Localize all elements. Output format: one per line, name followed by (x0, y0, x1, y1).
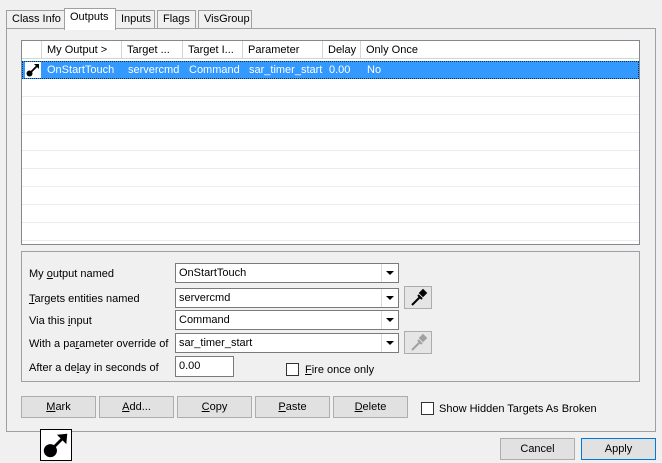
header-my-output[interactable]: My Output > (42, 41, 122, 59)
row-only-once: No (367, 64, 382, 76)
row-divider (22, 240, 639, 241)
tab-class-info[interactable]: Class Info (6, 10, 65, 29)
parameter-value: sar_timer_start (179, 337, 253, 349)
mark-button[interactable]: Mark (21, 396, 96, 418)
targets-combo[interactable]: servercmd (175, 288, 399, 308)
row-divider (22, 204, 639, 205)
eyedropper-icon (411, 333, 428, 351)
row-parameter: sar_timer_start (249, 64, 323, 76)
tab-flags[interactable]: Flags (157, 10, 196, 29)
fire-once-label: Fire once only (305, 364, 375, 376)
targets-label: Targets entities named (29, 293, 140, 305)
output-arrow-icon (25, 62, 41, 78)
output-arrow-icon (40, 429, 72, 461)
header-target-entity[interactable]: Target ... (122, 41, 183, 59)
delay-label: After a delay in seconds of (29, 362, 159, 374)
row-divider (22, 114, 639, 115)
show-hidden-checkbox[interactable] (421, 402, 434, 415)
via-input-value: Command (179, 314, 230, 326)
eyedropper-parameter-button (404, 331, 432, 354)
header-icon-col[interactable] (22, 41, 42, 59)
parameter-label: With a parameter override of (29, 338, 169, 350)
header-target-input[interactable]: Target I... (183, 41, 243, 59)
row-divider (22, 222, 639, 223)
table-row[interactable]: OnStartTouch servercmd Command sar_timer… (22, 61, 639, 79)
chevron-down-icon[interactable] (381, 289, 398, 307)
via-input-combo[interactable]: Command (175, 310, 399, 330)
paste-button[interactable]: Paste (255, 396, 330, 418)
parameter-combo[interactable]: sar_timer_start (175, 333, 399, 353)
row-divider (22, 168, 639, 169)
tab-inputs[interactable]: Inputs (115, 10, 155, 29)
add-button[interactable]: Add... (99, 396, 174, 418)
header-parameter[interactable]: Parameter (243, 41, 323, 59)
chevron-down-icon[interactable] (381, 334, 398, 352)
list-header: My Output > Target ... Target I... Param… (22, 41, 639, 59)
delete-button[interactable]: Delete (333, 396, 408, 418)
row-divider (22, 96, 639, 97)
output-editor-group: My output named OnStartTouch Targets ent… (21, 251, 640, 382)
via-input-label: Via this input (29, 315, 92, 327)
cancel-button[interactable]: Cancel (500, 438, 575, 460)
tab-visgroup[interactable]: VisGroup (198, 10, 252, 29)
outputs-list[interactable]: My Output > Target ... Target I... Param… (21, 40, 640, 245)
eyedropper-icon (411, 288, 428, 306)
fire-once-checkbox[interactable] (286, 363, 299, 376)
row-divider (22, 132, 639, 133)
output-named-value: OnStartTouch (179, 267, 247, 279)
chevron-down-icon[interactable] (381, 311, 398, 329)
eyedropper-target-button[interactable] (404, 286, 432, 309)
header-delay[interactable]: Delay (323, 41, 361, 59)
targets-value: servercmd (179, 292, 231, 304)
row-output: OnStartTouch (47, 64, 115, 76)
header-only-once[interactable]: Only Once (361, 41, 639, 59)
output-named-label: My output named (29, 268, 115, 280)
row-input: Command (189, 64, 240, 76)
tab-outputs[interactable]: Outputs (64, 8, 116, 30)
row-delay: 0.00 (329, 64, 351, 76)
output-named-combo[interactable]: OnStartTouch (175, 263, 399, 283)
show-hidden-label: Show Hidden Targets As Broken (439, 403, 597, 415)
row-target: servercmd (128, 64, 180, 76)
apply-button[interactable]: Apply (581, 438, 656, 460)
chevron-down-icon[interactable] (381, 264, 398, 282)
outputs-panel: My Output > Target ... Target I... Param… (6, 28, 656, 432)
row-divider (22, 150, 639, 151)
row-divider (22, 186, 639, 187)
delay-input[interactable]: 0.00 (175, 356, 234, 377)
copy-button[interactable]: Copy (177, 396, 252, 418)
